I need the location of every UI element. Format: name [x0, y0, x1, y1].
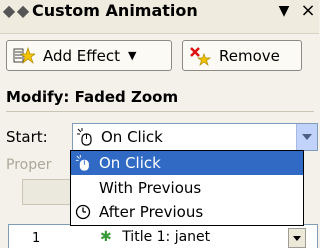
- list-item-dropdown-button[interactable]: [288, 228, 306, 248]
- menu-item-label: With Previous: [99, 179, 202, 197]
- pane-title: Custom Animation: [32, 1, 198, 20]
- start-dropdown-button[interactable]: [296, 124, 317, 150]
- mouse-click-icon: [75, 155, 89, 171]
- remove-button[interactable]: Remove: [182, 40, 302, 71]
- chevron-down-icon: [302, 134, 312, 140]
- modify-heading: Modify: Faded Zoom: [6, 88, 179, 106]
- property-label: Proper: [6, 157, 52, 173]
- menu-item-on-click[interactable]: On Click: [71, 151, 303, 175]
- add-effect-button[interactable]: Add Effect ▼: [6, 40, 172, 71]
- start-label: Start:: [6, 128, 48, 146]
- section-divider: [6, 111, 314, 112]
- pane-menu-dropdown-icon[interactable]: ▼: [276, 2, 292, 20]
- menu-item-label: On Click: [99, 154, 161, 172]
- remove-label: Remove: [219, 46, 280, 65]
- star-effect-icon: [13, 46, 35, 64]
- back-arrow-icon[interactable]: ◆: [2, 2, 16, 20]
- list-item-label: Title 1: janet: [122, 229, 211, 245]
- property-button-disabled: [22, 179, 72, 205]
- start-options-menu: On Click With Previous After Previous: [70, 150, 304, 226]
- add-effect-label: Add Effect: [43, 46, 120, 65]
- forward-arrow-icon[interactable]: ◆: [16, 2, 30, 20]
- mouse-click-icon: [77, 128, 92, 146]
- menu-item-label: After Previous: [99, 203, 204, 221]
- start-value: On Click: [101, 128, 163, 146]
- clock-icon: [75, 204, 91, 220]
- remove-effect-icon: [190, 46, 211, 66]
- list-item-number: 1: [32, 231, 41, 246]
- effect-star-icon: ✱: [100, 229, 112, 245]
- chevron-down-icon: ▼: [127, 49, 137, 62]
- menu-item-after-previous[interactable]: After Previous: [71, 200, 303, 224]
- list-item[interactable]: ✱ Title 1: janet: [100, 229, 210, 245]
- start-combobox[interactable]: On Click: [72, 123, 318, 151]
- menu-item-with-previous[interactable]: With Previous: [71, 176, 303, 200]
- chevron-down-icon: [293, 235, 301, 241]
- close-icon[interactable]: ×: [298, 0, 318, 22]
